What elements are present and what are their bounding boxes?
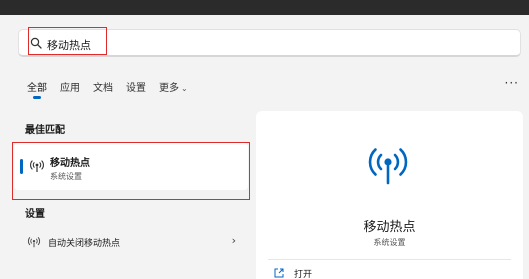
active-tab-indicator	[33, 96, 41, 99]
settings-heading: 设置	[25, 209, 45, 220]
tab-more[interactable]: 更多 ⌄	[159, 79, 188, 99]
best-match-title: 移动热点	[50, 158, 90, 169]
mobile-hotspot-icon	[28, 236, 40, 248]
window-top-strip	[0, 0, 529, 15]
detail-pane: 移动热点 系统设置 打开	[256, 111, 523, 279]
tab-apps[interactable]: 应用	[60, 79, 80, 99]
settings-item-label: 自动关闭移动热点	[48, 239, 121, 249]
tab-apps-label: 应用	[60, 83, 80, 94]
selection-indicator	[20, 159, 23, 174]
tab-settings-label: 设置	[126, 83, 146, 94]
more-options-button[interactable]: ···	[505, 76, 519, 90]
search-input[interactable]: 移动热点	[47, 37, 91, 53]
detail-subtitle: 系统设置	[373, 238, 406, 247]
chevron-right-icon: ›	[231, 234, 236, 247]
best-match-subtitle: 系统设置	[50, 172, 82, 181]
best-match-result[interactable]: 移动热点 系统设置	[14, 143, 248, 190]
open-button[interactable]: 打开	[274, 267, 354, 279]
settings-item-auto-close-hotspot[interactable]: 自动关闭移动热点 ›	[14, 230, 248, 254]
search-box[interactable]: 移动热点	[18, 29, 521, 57]
chevron-down-icon: ⌄	[181, 84, 188, 93]
detail-divider	[268, 259, 511, 260]
mobile-hotspot-icon	[30, 160, 44, 172]
tab-all-label: 全部	[27, 83, 47, 94]
open-button-label: 打开	[294, 270, 313, 279]
best-match-heading: 最佳匹配	[25, 125, 65, 136]
tab-documents[interactable]: 文档	[93, 79, 113, 99]
tab-all[interactable]: 全部	[27, 79, 47, 99]
tab-settings[interactable]: 设置	[126, 79, 146, 99]
filter-tabs: 全部 应用 文档 设置 更多 ⌄	[27, 79, 201, 99]
search-icon	[30, 37, 42, 49]
mobile-hotspot-icon	[368, 148, 408, 185]
open-external-icon	[274, 268, 284, 278]
tab-documents-label: 文档	[93, 83, 113, 94]
search-window: 移动热点 全部 应用 文档 设置 更多 ⌄ ··· 最佳匹配 移动热点 系统设置…	[0, 15, 529, 279]
tab-more-label: 更多	[159, 83, 179, 94]
detail-title: 移动热点	[363, 220, 416, 235]
